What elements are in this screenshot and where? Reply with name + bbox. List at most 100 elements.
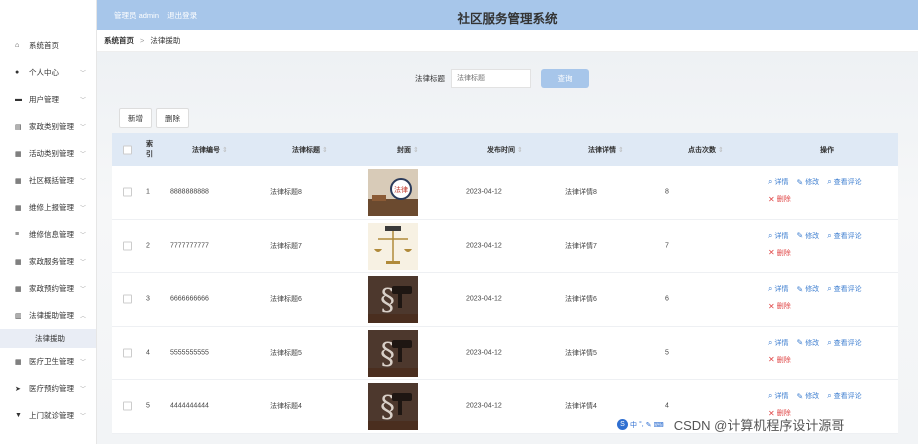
sidebar-item[interactable]: ● 个人中心 ﹀ (0, 59, 96, 86)
sidebar-item[interactable]: ➤ 医疗预约管理 ﹀ (0, 375, 96, 402)
detail-link[interactable]: ⌕ 详情 (768, 391, 788, 401)
search-bar: 法律标题 查询 (415, 69, 589, 88)
delete-link[interactable]: ✕ 删除 (768, 194, 791, 204)
sidebar-item-label: 家政预约管理 (29, 284, 74, 293)
col-clicks[interactable]: 点击次数 ⇕ (688, 145, 724, 155)
close-icon: ✕ (768, 355, 775, 364)
edit-link[interactable]: ✎ 修改 (796, 284, 819, 294)
row-detail: 法律详情6 (565, 296, 597, 304)
row-code: 7777777777 (170, 242, 209, 250)
search-icon: ⌕ (827, 177, 832, 186)
select-all-checkbox[interactable] (123, 145, 132, 154)
view-comments-link[interactable]: ⌕ 查看评论 (827, 284, 861, 294)
sidebar-item[interactable]: ▬ 用户管理 ﹀ (0, 86, 96, 113)
delete-button[interactable]: 删除 (156, 108, 189, 128)
row-index: 4 (146, 349, 150, 357)
view-comments-link[interactable]: ⌕ 查看评论 (827, 338, 861, 348)
sidebar-item[interactable]: ▦ 家政预约管理 ﹀ (0, 275, 96, 302)
row-checkbox[interactable] (123, 294, 132, 304)
search-button[interactable]: 查询 (541, 69, 589, 88)
row-checkbox[interactable] (123, 241, 132, 251)
breadcrumb-separator: > (140, 36, 145, 45)
delete-link[interactable]: ✕ 删除 (768, 248, 791, 258)
search-icon: ⌕ (827, 230, 832, 240)
sidebar-top-spacer (0, 0, 96, 32)
row-actions: ⌕ 详情 ✎ 修改 ⌕ 查看评论 (768, 338, 870, 348)
col-title[interactable]: 法律标题 ⇕ (292, 145, 328, 155)
sidebar-item-label: 系统首页 (29, 41, 59, 50)
action-toolbar: 新增 删除 (119, 108, 193, 128)
row-code: 6666666666 (170, 295, 209, 303)
pencil-icon: ✎ (796, 338, 804, 347)
chart-icon: ▥ (15, 312, 22, 320)
sidebar-item[interactable]: ⌂ 系统首页 (0, 32, 96, 59)
col-detail[interactable]: 法律详情 ⇕ (588, 145, 624, 155)
search-input[interactable] (451, 69, 531, 88)
table-row: 2 7777777777 法律标题7 2023-04-12 法律详情7 7 ⌕ 详情 ✎ 修改 ⌕ 查… (112, 219, 898, 273)
view-comments-link[interactable]: ⌕ 查看评论 (827, 231, 861, 241)
col-cover[interactable]: 封面 ⇕ (397, 145, 419, 155)
edit-link[interactable]: ✎ 修改 (796, 231, 819, 241)
breadcrumb-home[interactable]: 系统首页 (104, 35, 134, 46)
sidebar-item[interactable]: ▦ 社区概括管理 ﹀ (0, 167, 96, 194)
chevron-down-icon: ﹀ (79, 179, 86, 185)
col-code[interactable]: 法律编号 ⇕ (192, 145, 228, 155)
sidebar-item[interactable]: ▼ 上门就诊管理 ﹀ (0, 402, 96, 429)
edit-link[interactable]: ✎ 修改 (796, 391, 819, 401)
sliders-icon: ≡ (15, 231, 20, 238)
edit-link[interactable]: ✎ 修改 (796, 338, 819, 348)
chevron-down-icon: ﹀ (79, 387, 86, 393)
delete-link[interactable]: ✕ 删除 (768, 301, 791, 311)
chevron-down-icon: ﹀ (79, 152, 86, 158)
top-header: 管理员 admin 退出登录 社区服务管理系统 (97, 0, 918, 30)
chevron-down-icon: ﹀ (79, 125, 86, 131)
ime-toolbar: S 中 °, ✎ ⌨ (617, 419, 666, 430)
main-content: 法律标题 查询 新增 删除 索引 法律编号⇕ 法律标题⇕ 封面⇕ 发布时间⇕ 法… (97, 52, 918, 444)
sidebar-item[interactable]: ≡ 维修信息管理 ﹀ (0, 221, 96, 248)
cover-image: 法律 (368, 169, 418, 216)
detail-link[interactable]: ⌕ 详情 (768, 177, 788, 187)
chevron-up-icon: ︿ (79, 314, 86, 320)
row-delete: ✕ 删除 (768, 355, 799, 365)
row-checkbox[interactable] (123, 401, 132, 411)
row-clicks: 7 (665, 242, 669, 250)
sidebar-item-label: 维修信息管理 (29, 230, 74, 239)
data-table: 索引 法律编号 ⇕ 法律标题 ⇕ 封面 ⇕ 发布时间 ⇕ 法律详情 ⇕ 点击次数 ⇕ 操作 … (112, 133, 898, 434)
edit-link[interactable]: ✎ 修改 (796, 177, 819, 187)
row-index: 1 (146, 188, 150, 196)
search-icon: ⌕ (768, 337, 773, 347)
sidebar-item[interactable]: ▦ 医疗卫生管理 ﹀ (0, 348, 96, 375)
sidebar-item[interactable]: ▤ 家政类别管理 ﹀ (0, 113, 96, 140)
row-title: 法律标题4 (270, 403, 302, 411)
funnel-icon: ▼ (15, 412, 22, 419)
add-button[interactable]: 新增 (119, 108, 152, 128)
table-row: 1 8888888888 法律标题8 法律 2023-04-12 法律详情8 8 ⌕ 详情 ✎ 修改… (112, 166, 898, 220)
detail-link[interactable]: ⌕ 详情 (768, 231, 788, 241)
sidebar-item[interactable]: ▦ 活动类别管理 ﹀ (0, 140, 96, 167)
view-comments-link[interactable]: ⌕ 查看评论 (827, 177, 861, 187)
detail-link[interactable]: ⌕ 详情 (768, 338, 788, 348)
sidebar-item[interactable]: ▦ 家政服务管理 ﹀ (0, 248, 96, 275)
briefcase-icon: ▬ (15, 96, 22, 103)
col-date[interactable]: 发布时间 ⇕ (487, 145, 523, 155)
sidebar-menu: ⌂ 系统首页 ● 个人中心 ﹀ ▬ 用户管理 ﹀ ▤ 家政类别管理 ﹀ ▦ 活动类别管理 ﹀ ▦ 社区概括管理… (0, 32, 96, 429)
sidebar-subitem-legal-aid[interactable]: 法律援助 (0, 329, 96, 348)
chevron-down-icon: ﹀ (79, 360, 86, 366)
search-icon: ⌕ (827, 284, 832, 293)
table-icon: ▦ (15, 204, 22, 212)
app-title: 社区服务管理系统 (457, 12, 558, 26)
detail-link[interactable]: ⌕ 详情 (768, 284, 788, 294)
row-date: 2023-04-12 (466, 295, 502, 303)
close-icon: ✕ (768, 301, 775, 311)
home-icon: ⌂ (15, 42, 20, 49)
chevron-down-icon: ﹀ (79, 98, 86, 104)
chevron-down-icon: ﹀ (79, 233, 86, 239)
sidebar-item[interactable]: ▥ 法律援助管理 ︿ (0, 302, 96, 329)
row-checkbox[interactable] (123, 187, 132, 197)
delete-link[interactable]: ✕ 删除 (768, 355, 791, 365)
row-detail: 法律详情4 (565, 403, 597, 411)
view-comments-link[interactable]: ⌕ 查看评论 (827, 391, 861, 401)
row-checkbox[interactable] (123, 348, 132, 358)
row-date: 2023-04-12 (466, 349, 502, 357)
sidebar-item[interactable]: ▦ 维修上报管理 ﹀ (0, 194, 96, 221)
